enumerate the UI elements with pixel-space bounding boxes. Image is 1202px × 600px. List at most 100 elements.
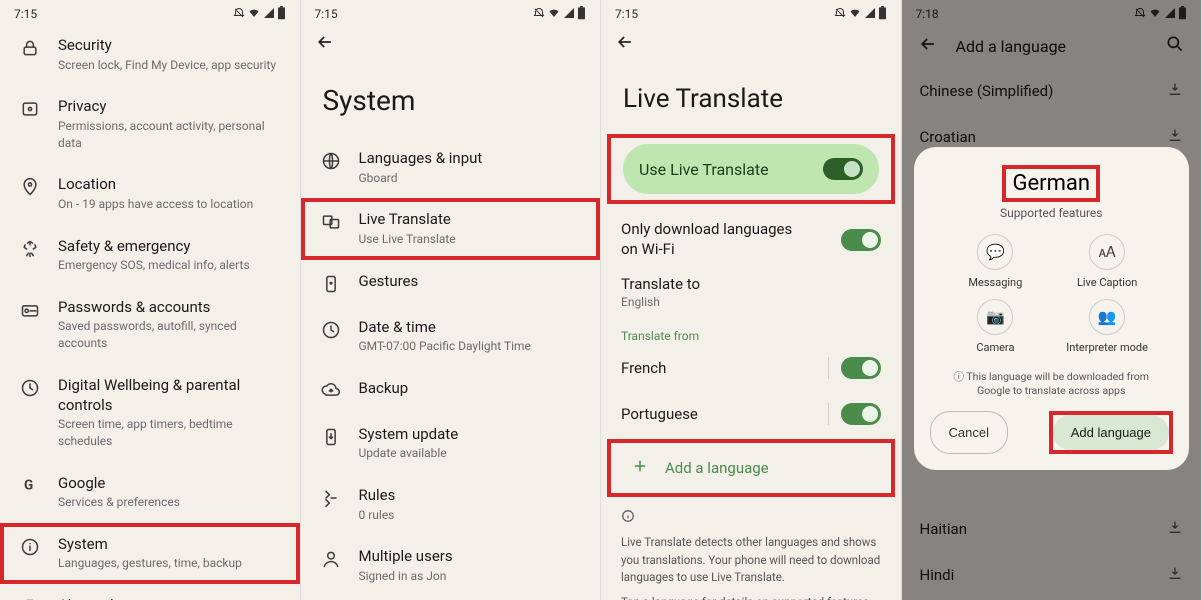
- signal-icon: [864, 7, 876, 22]
- backup-icon: [319, 379, 343, 401]
- status-bar: 7:15: [0, 0, 300, 24]
- clock: 7:15: [615, 7, 638, 21]
- gestures-icon: [319, 272, 343, 294]
- cancel-button[interactable]: Cancel: [930, 411, 1008, 454]
- row-subtitle: GMT-07:00 Pacific Daylight Time: [359, 338, 587, 355]
- google-icon: G: [18, 474, 42, 494]
- feature-interpreter-mode[interactable]: 👥 Interpreter mode: [1061, 299, 1153, 354]
- use-live-translate-highlight: Use Live Translate: [607, 134, 895, 204]
- use-live-translate-toggle-row[interactable]: Use Live Translate: [623, 144, 879, 194]
- system-row-users[interactable]: Multiple users Signed in as Jon: [301, 535, 601, 596]
- info-icon: [621, 512, 635, 526]
- row-title: Safety & emergency: [58, 237, 286, 257]
- row-subtitle: 0 rules: [359, 507, 587, 524]
- language-name: Croatian: [920, 128, 976, 146]
- translate-to-row[interactable]: Translate to English: [601, 269, 901, 319]
- feature-live-caption[interactable]: 🗚 Live Caption: [1061, 234, 1153, 289]
- row-subtitle: Saved passwords, autofill, synced accoun…: [58, 318, 286, 352]
- language-name: Hindi: [920, 566, 955, 584]
- language-list-row[interactable]: Haitian: [902, 506, 1202, 552]
- plus-icon: [631, 457, 649, 479]
- translate-from-header: Translate from: [601, 319, 901, 345]
- download-icon[interactable]: [1167, 565, 1183, 585]
- feature-icon: 🗚: [1089, 234, 1125, 270]
- row-subtitle: Permissions, account activity, personal …: [58, 118, 286, 152]
- appbar: Add a language: [902, 24, 1202, 68]
- toggle-on-icon[interactable]: [823, 158, 863, 180]
- sheet-info-text: This language will be downloaded from Go…: [966, 370, 1149, 398]
- add-language-button[interactable]: Add a language: [611, 443, 891, 493]
- live-translate-info-block: Live Translate detects other languages a…: [601, 499, 901, 600]
- translate-icon: [319, 210, 343, 232]
- add-language-button[interactable]: Add language: [1053, 415, 1169, 450]
- row-title: Languages & input: [359, 149, 587, 169]
- sheet-actions: Cancel Add language: [930, 411, 1174, 454]
- toggle-on-icon[interactable]: [841, 357, 881, 379]
- status-icons: [1134, 6, 1187, 23]
- back-icon[interactable]: [918, 34, 938, 58]
- info-text-2: Tap a language for details on supported …: [621, 594, 881, 600]
- row-title: Gestures: [359, 272, 587, 292]
- add-language-screen: 7:18 Add a language Chinese (Simplified)…: [902, 0, 1202, 600]
- toggle-on-icon[interactable]: [841, 229, 881, 251]
- privacy-icon: [18, 97, 42, 119]
- dnd-icon: [1134, 7, 1146, 22]
- row-title: Digital Wellbeing & parental controls: [58, 376, 286, 415]
- system-row-translate[interactable]: Live Translate Use Live Translate: [301, 198, 601, 259]
- back-icon[interactable]: [315, 32, 335, 52]
- settings-row-emergency[interactable]: Safety & emergency Emergency SOS, medica…: [0, 225, 300, 286]
- system-row-clock[interactable]: Date & time GMT-07:00 Pacific Daylight T…: [301, 306, 601, 367]
- download-icon[interactable]: [1167, 81, 1183, 101]
- language-row[interactable]: French: [601, 345, 901, 391]
- status-icons: [233, 6, 286, 23]
- system-row-gestures[interactable]: Gestures: [301, 260, 601, 306]
- add-language-highlight: Add a language: [607, 439, 895, 497]
- wifi-only-row[interactable]: Only download languages on Wi-Fi: [601, 210, 901, 269]
- system-row-rules[interactable]: Rules 0 rules: [301, 474, 601, 535]
- settings-row-location[interactable]: Location On - 19 apps have access to loc…: [0, 163, 300, 224]
- status-bar: 7:15: [301, 0, 601, 24]
- live-translate-screen: 7:15 Live Translate Use Live Translate O…: [601, 0, 902, 600]
- clock: 7:15: [14, 7, 37, 21]
- back-icon[interactable]: [615, 32, 635, 52]
- settings-row-system[interactable]: System Languages, gestures, time, backup: [0, 523, 300, 584]
- settings-row-privacy[interactable]: Privacy Permissions, account activity, p…: [0, 85, 300, 163]
- language-name: Chinese (Simplified): [920, 82, 1054, 100]
- page-title: Live Translate: [601, 54, 901, 134]
- settings-row-lock[interactable]: Security Screen lock, Find My Device, ap…: [0, 24, 300, 85]
- system-list: Languages & input Gboard Live Translate …: [301, 137, 601, 600]
- system-row-globe[interactable]: Languages & input Gboard: [301, 137, 601, 198]
- settings-row-wellbeing[interactable]: Digital Wellbeing & parental controls Sc…: [0, 364, 300, 462]
- dnd-icon: [233, 7, 245, 22]
- status-icons: [533, 6, 586, 23]
- system-row-update[interactable]: System update Update available: [301, 413, 601, 474]
- row-subtitle: On - 19 apps have access to location: [58, 196, 286, 213]
- download-icon[interactable]: [1167, 519, 1183, 539]
- translate-to-value: English: [621, 295, 881, 309]
- feature-label: Messaging: [968, 276, 1022, 289]
- row-title: Live Translate: [359, 210, 587, 230]
- use-live-translate-label: Use Live Translate: [639, 160, 769, 179]
- search-icon[interactable]: [1165, 34, 1185, 58]
- settings-row-about[interactable]: About phone Pixel 6: [0, 584, 300, 600]
- feature-messaging[interactable]: 💬 Messaging: [950, 234, 1042, 289]
- language-list-row[interactable]: Chinese (Simplified): [902, 68, 1202, 114]
- feature-label: Interpreter mode: [1066, 341, 1148, 354]
- download-icon[interactable]: [1167, 127, 1183, 147]
- row-title: Privacy: [58, 97, 286, 117]
- globe-icon: [319, 149, 343, 171]
- language-list-row[interactable]: Hindi: [902, 552, 1202, 598]
- signal-icon: [1164, 7, 1176, 22]
- settings-row-passwords[interactable]: Passwords & accounts Saved passwords, au…: [0, 286, 300, 364]
- row-subtitle: Signed in as Jon: [359, 568, 587, 585]
- toggle-on-icon[interactable]: [841, 403, 881, 425]
- lock-icon: [18, 36, 42, 58]
- feature-camera[interactable]: 📷 Camera: [950, 299, 1042, 354]
- language-row[interactable]: Portuguese: [601, 391, 901, 437]
- info-text-1: Live Translate detects other languages a…: [621, 534, 881, 586]
- page-title: System: [301, 54, 601, 137]
- battery-icon: [878, 6, 887, 23]
- system-row-backup[interactable]: Backup: [301, 367, 601, 413]
- settings-row-google[interactable]: G Google Services & preferences: [0, 462, 300, 523]
- row-subtitle: Emergency SOS, medical info, alerts: [58, 257, 286, 274]
